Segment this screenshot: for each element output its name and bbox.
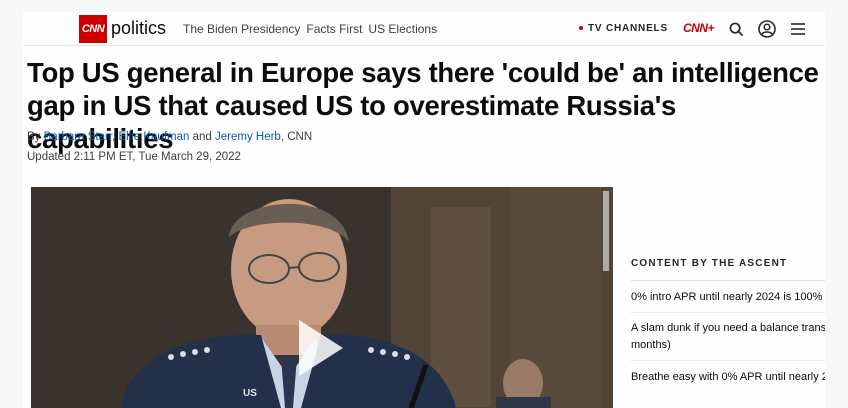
sponsored-link[interactable]: Breathe easy with 0% APR until nearly 20…	[631, 369, 825, 386]
tv-channels-label: TV CHANNELS	[588, 23, 668, 34]
byline-separator: ,	[112, 131, 116, 143]
byline-prefix: By	[27, 131, 41, 143]
section-nav: The Biden Presidency Facts First US Elec…	[183, 22, 437, 36]
sponsored-divider	[631, 360, 825, 361]
sponsored-section-title: CONTENT BY THE ASCENT	[631, 258, 788, 269]
byline-source: , CNN	[280, 131, 313, 143]
tv-channels-link[interactable]: TV CHANNELS	[579, 23, 668, 34]
play-icon[interactable]	[299, 320, 343, 376]
byline: By Barbara Starr, Ellie Kaufman and Jere…	[27, 131, 312, 143]
sponsored-link[interactable]: A slam dunk if you need a balance transf…	[631, 320, 825, 337]
cnn-logo[interactable]: CNN	[79, 15, 107, 43]
page: CNN politics The Biden Presidency Facts …	[23, 12, 825, 408]
sponsored-divider	[631, 312, 825, 313]
sponsored-link[interactable]: 0% intro APR until nearly 2024 is 100% i…	[631, 289, 825, 306]
video-shoulder-text: US	[243, 388, 257, 399]
menu-icon[interactable]	[787, 18, 809, 40]
nav-link-us-elections[interactable]: US Elections	[368, 22, 437, 36]
nav-link-facts-first[interactable]: Facts First	[306, 22, 362, 36]
search-icon[interactable]	[725, 18, 747, 40]
cnn-plus-logo[interactable]: CNN+	[683, 21, 715, 35]
author-link-barbara-starr[interactable]: Barbara Starr	[44, 131, 112, 143]
user-account-icon[interactable]	[756, 18, 778, 40]
updated-timestamp: Updated 2:11 PM ET, Tue March 29, 2022	[27, 151, 241, 163]
author-link-ellie-kaufman[interactable]: Ellie Kaufman	[118, 131, 189, 143]
photo-credit	[603, 191, 609, 271]
video-player[interactable]: US	[31, 187, 613, 408]
live-dot-icon	[579, 26, 583, 31]
author-link-jeremy-herb[interactable]: Jeremy Herb	[215, 131, 281, 143]
section-name[interactable]: politics	[111, 18, 166, 39]
byline-and: and	[192, 131, 212, 143]
sponsored-link-continuation[interactable]: months)	[631, 337, 825, 354]
sponsored-title-divider	[631, 280, 825, 281]
top-nav-bar: CNN politics The Biden Presidency Facts …	[23, 12, 825, 46]
nav-link-biden-presidency[interactable]: The Biden Presidency	[183, 22, 300, 36]
